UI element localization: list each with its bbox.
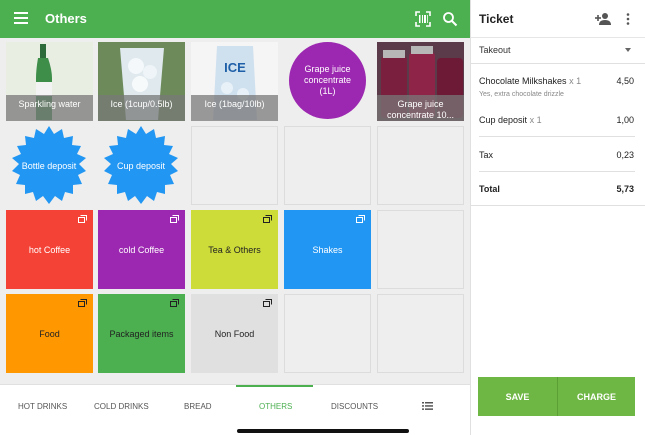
ticket-line-qty: x 1 bbox=[569, 76, 582, 86]
category-tile-packaged-items[interactable]: Packaged items bbox=[98, 294, 185, 373]
divider bbox=[471, 63, 645, 64]
item-tile-ice-bag[interactable]: ICE Ice (1bag/10lb) bbox=[191, 42, 278, 121]
empty-tile[interactable] bbox=[377, 126, 464, 205]
add-customer-icon[interactable] bbox=[595, 12, 611, 26]
ticket-header: Ticket bbox=[471, 0, 645, 38]
category-stack-icon bbox=[356, 215, 365, 223]
tab-bread[interactable]: BREAD bbox=[184, 402, 212, 411]
tax-value: 0,23 bbox=[616, 150, 634, 160]
category-tile-hot-coffee[interactable]: hot Coffee bbox=[6, 210, 93, 289]
ticket-line-qty: x 1 bbox=[529, 115, 542, 125]
category-stack-icon bbox=[170, 299, 179, 307]
item-label: Ice (1bag/10lb) bbox=[191, 95, 278, 121]
empty-tile[interactable] bbox=[191, 126, 278, 205]
item-tile-ice-cup[interactable]: Ice (1cup/0.5lb) bbox=[98, 42, 185, 121]
category-tile-cold-coffee[interactable]: cold Coffee bbox=[98, 210, 185, 289]
ticket-line-note: Yes, extra chocolate drizzle bbox=[479, 91, 564, 98]
save-button[interactable]: SAVE bbox=[478, 377, 557, 416]
item-tile-cup-deposit[interactable]: Cup deposit bbox=[98, 126, 185, 205]
category-tile-shakes[interactable]: Shakes bbox=[284, 210, 371, 289]
ticket-line-name[interactable]: Chocolate Milkshakes x 1 bbox=[479, 76, 581, 86]
item-badge: Bottle deposit bbox=[9, 126, 89, 205]
empty-tile[interactable] bbox=[377, 294, 464, 373]
item-label: Sparkling water bbox=[6, 95, 93, 121]
ticket-line-item-name: Cup deposit bbox=[479, 115, 528, 125]
divider bbox=[471, 205, 645, 206]
item-tile-grape-juice-10[interactable]: Grape juice concentrate 10... bbox=[377, 42, 464, 121]
item-label: Cup deposit bbox=[116, 161, 166, 171]
search-icon[interactable] bbox=[442, 11, 458, 27]
page-title: Others bbox=[45, 11, 87, 26]
item-label: Grape juice concentrate 10... bbox=[377, 95, 464, 121]
category-stack-icon bbox=[78, 299, 87, 307]
menu-icon[interactable] bbox=[14, 12, 28, 24]
empty-tile[interactable] bbox=[377, 210, 464, 289]
home-indicator bbox=[237, 429, 409, 433]
ticket-line-price: 4,50 bbox=[616, 76, 634, 86]
dining-option[interactable]: Takeout bbox=[479, 45, 511, 55]
divider bbox=[479, 136, 635, 137]
ticket-line-name[interactable]: Cup deposit x 1 bbox=[479, 115, 542, 125]
tab-discounts[interactable]: DISCOUNTS bbox=[331, 402, 378, 411]
total-value: 5,73 bbox=[616, 184, 634, 194]
empty-tile[interactable] bbox=[284, 126, 371, 205]
category-stack-icon bbox=[263, 299, 272, 307]
ticket-line-item-name: Chocolate Milkshakes bbox=[479, 76, 567, 86]
item-badge: Cup deposit bbox=[101, 126, 181, 205]
pos-screen: Others Sparkling water Ice (1cup/0.5lb) … bbox=[0, 0, 645, 435]
item-label: Bottle deposit bbox=[21, 161, 77, 171]
ticket-title: Ticket bbox=[479, 12, 514, 26]
more-vertical-icon[interactable] bbox=[626, 13, 630, 25]
items-pane: Others Sparkling water Ice (1cup/0.5lb) … bbox=[0, 0, 470, 435]
ticket-pane: Ticket Takeout Chocolate Milkshakes x 1 … bbox=[470, 0, 645, 435]
category-tabs: HOT DRINKS COLD DRINKS BREAD OTHERS DISC… bbox=[0, 384, 470, 435]
tax-label: Tax bbox=[479, 150, 494, 160]
list-view-icon[interactable] bbox=[422, 402, 433, 410]
item-label: Ice (1cup/0.5lb) bbox=[98, 95, 185, 121]
ice-bag-text: ICE bbox=[224, 60, 246, 75]
tab-hot-drinks[interactable]: HOT DRINKS bbox=[18, 402, 67, 411]
category-stack-icon bbox=[170, 215, 179, 223]
ticket-line-price: 1,00 bbox=[616, 115, 634, 125]
item-tile-grape-juice-1l[interactable]: Grape juice concentrate (1L) bbox=[284, 42, 371, 121]
dropdown-caret-icon[interactable] bbox=[625, 48, 631, 52]
category-tile-food[interactable]: Food bbox=[6, 294, 93, 373]
item-tile-bottle-deposit[interactable]: Bottle deposit bbox=[6, 126, 93, 205]
tab-cold-drinks[interactable]: COLD DRINKS bbox=[94, 402, 149, 411]
category-stack-icon bbox=[78, 215, 87, 223]
category-tile-non-food[interactable]: Non Food bbox=[191, 294, 278, 373]
tab-others[interactable]: OTHERS bbox=[259, 402, 292, 411]
active-tab-indicator bbox=[236, 385, 313, 387]
item-tile-sparkling-water[interactable]: Sparkling water bbox=[6, 42, 93, 121]
category-stack-icon bbox=[263, 215, 272, 223]
charge-button[interactable]: CHARGE bbox=[557, 377, 635, 416]
barcode-scan-icon[interactable] bbox=[415, 11, 431, 27]
app-bar: Others bbox=[0, 0, 470, 38]
empty-tile[interactable] bbox=[284, 294, 371, 373]
divider bbox=[479, 171, 635, 172]
total-label: Total bbox=[479, 184, 500, 194]
item-circle: Grape juice concentrate (1L) bbox=[289, 42, 366, 119]
category-tile-tea-others[interactable]: Tea & Others bbox=[191, 210, 278, 289]
